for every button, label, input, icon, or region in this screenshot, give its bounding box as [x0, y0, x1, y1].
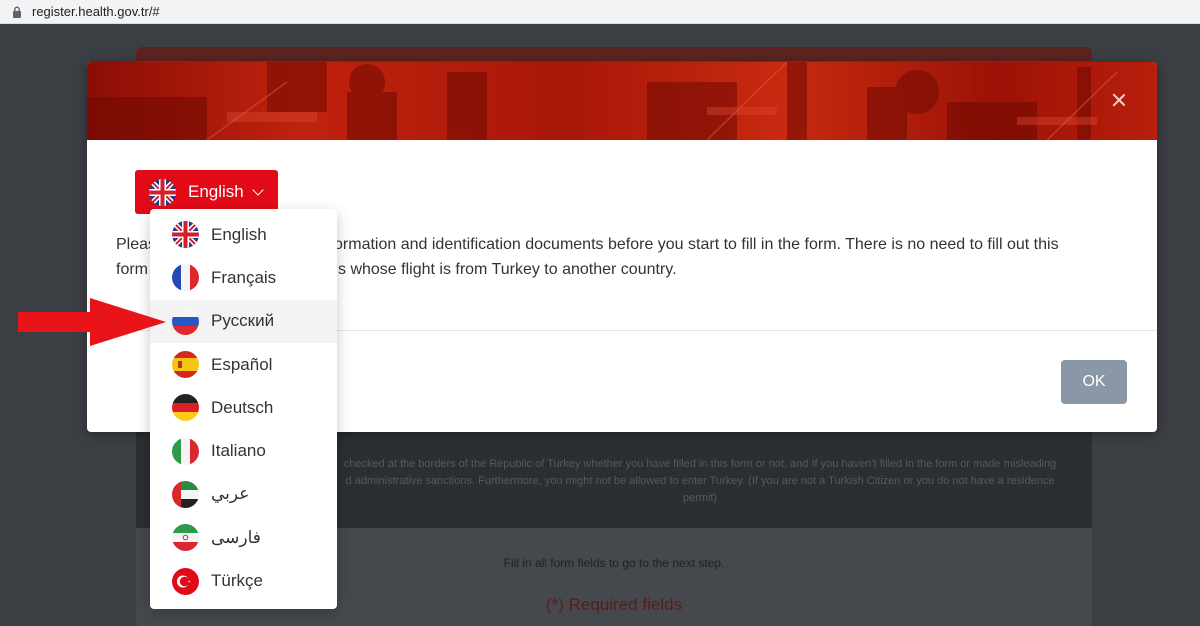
intro-line2-end: s whose flight is from Turkey to another… — [338, 261, 677, 278]
spain-flag-icon — [172, 351, 199, 379]
language-option-label: فارسی — [211, 527, 261, 547]
language-option-persian[interactable]: فارسی — [150, 516, 337, 559]
background-warning-text: checked at the borders of the Republic o… — [330, 456, 1070, 507]
close-icon[interactable] — [1111, 92, 1127, 108]
language-option-turkish[interactable]: Türkçe — [150, 559, 337, 602]
language-option-label: Русский — [211, 311, 275, 331]
intro-line2-start: form — [116, 261, 148, 278]
warning-line-3: permit) — [682, 492, 718, 504]
uk-flag-icon — [149, 178, 176, 206]
intro-line1-end: ormation and identification documents be… — [334, 236, 1059, 253]
language-option-label: Français — [211, 267, 277, 287]
lock-icon — [13, 6, 21, 18]
iran-flag-icon — [172, 524, 199, 552]
language-option-arabic[interactable]: عربي — [150, 473, 337, 516]
language-option-french[interactable]: Français — [150, 256, 337, 299]
language-option-spanish[interactable]: Español — [150, 343, 337, 386]
banner-image — [87, 62, 1157, 140]
germany-flag-icon — [172, 394, 199, 422]
language-option-label: Italiano — [211, 441, 266, 461]
uk-flag-icon — [172, 221, 199, 249]
red-annotation-arrow-icon — [18, 298, 166, 346]
italy-flag-icon — [172, 437, 199, 465]
uae-flag-icon — [172, 480, 199, 508]
language-option-label: English — [211, 224, 267, 244]
banner-photo-illustration — [87, 62, 1118, 140]
language-option-label: Español — [211, 354, 273, 374]
language-option-italian[interactable]: Italiano — [150, 429, 337, 472]
language-option-english[interactable]: English — [150, 213, 337, 256]
ok-button[interactable]: OK — [1061, 360, 1127, 404]
language-option-german[interactable]: Deutsch — [150, 386, 337, 429]
language-option-russian[interactable]: Русский — [150, 299, 337, 343]
language-option-label: عربي — [211, 484, 250, 504]
chevron-down-icon — [252, 184, 264, 196]
url-text: register.health.gov.tr/# — [32, 4, 160, 19]
warning-line-2: d administrative sanctions. Furthermore,… — [345, 475, 1055, 487]
browser-address-bar[interactable]: register.health.gov.tr/# — [0, 0, 1200, 24]
language-dropdown-menu: English Français Русский Español Deutsch… — [150, 209, 337, 609]
france-flag-icon — [172, 264, 199, 292]
language-select-label: English — [188, 182, 244, 201]
russia-flag-icon — [172, 307, 199, 335]
warning-line-1: checked at the borders of the Republic o… — [343, 458, 1057, 470]
turkey-flag-icon — [172, 567, 199, 595]
language-option-label: Deutsch — [211, 397, 274, 417]
language-select-button[interactable]: English — [135, 170, 278, 214]
language-option-label: Türkçe — [211, 571, 263, 591]
